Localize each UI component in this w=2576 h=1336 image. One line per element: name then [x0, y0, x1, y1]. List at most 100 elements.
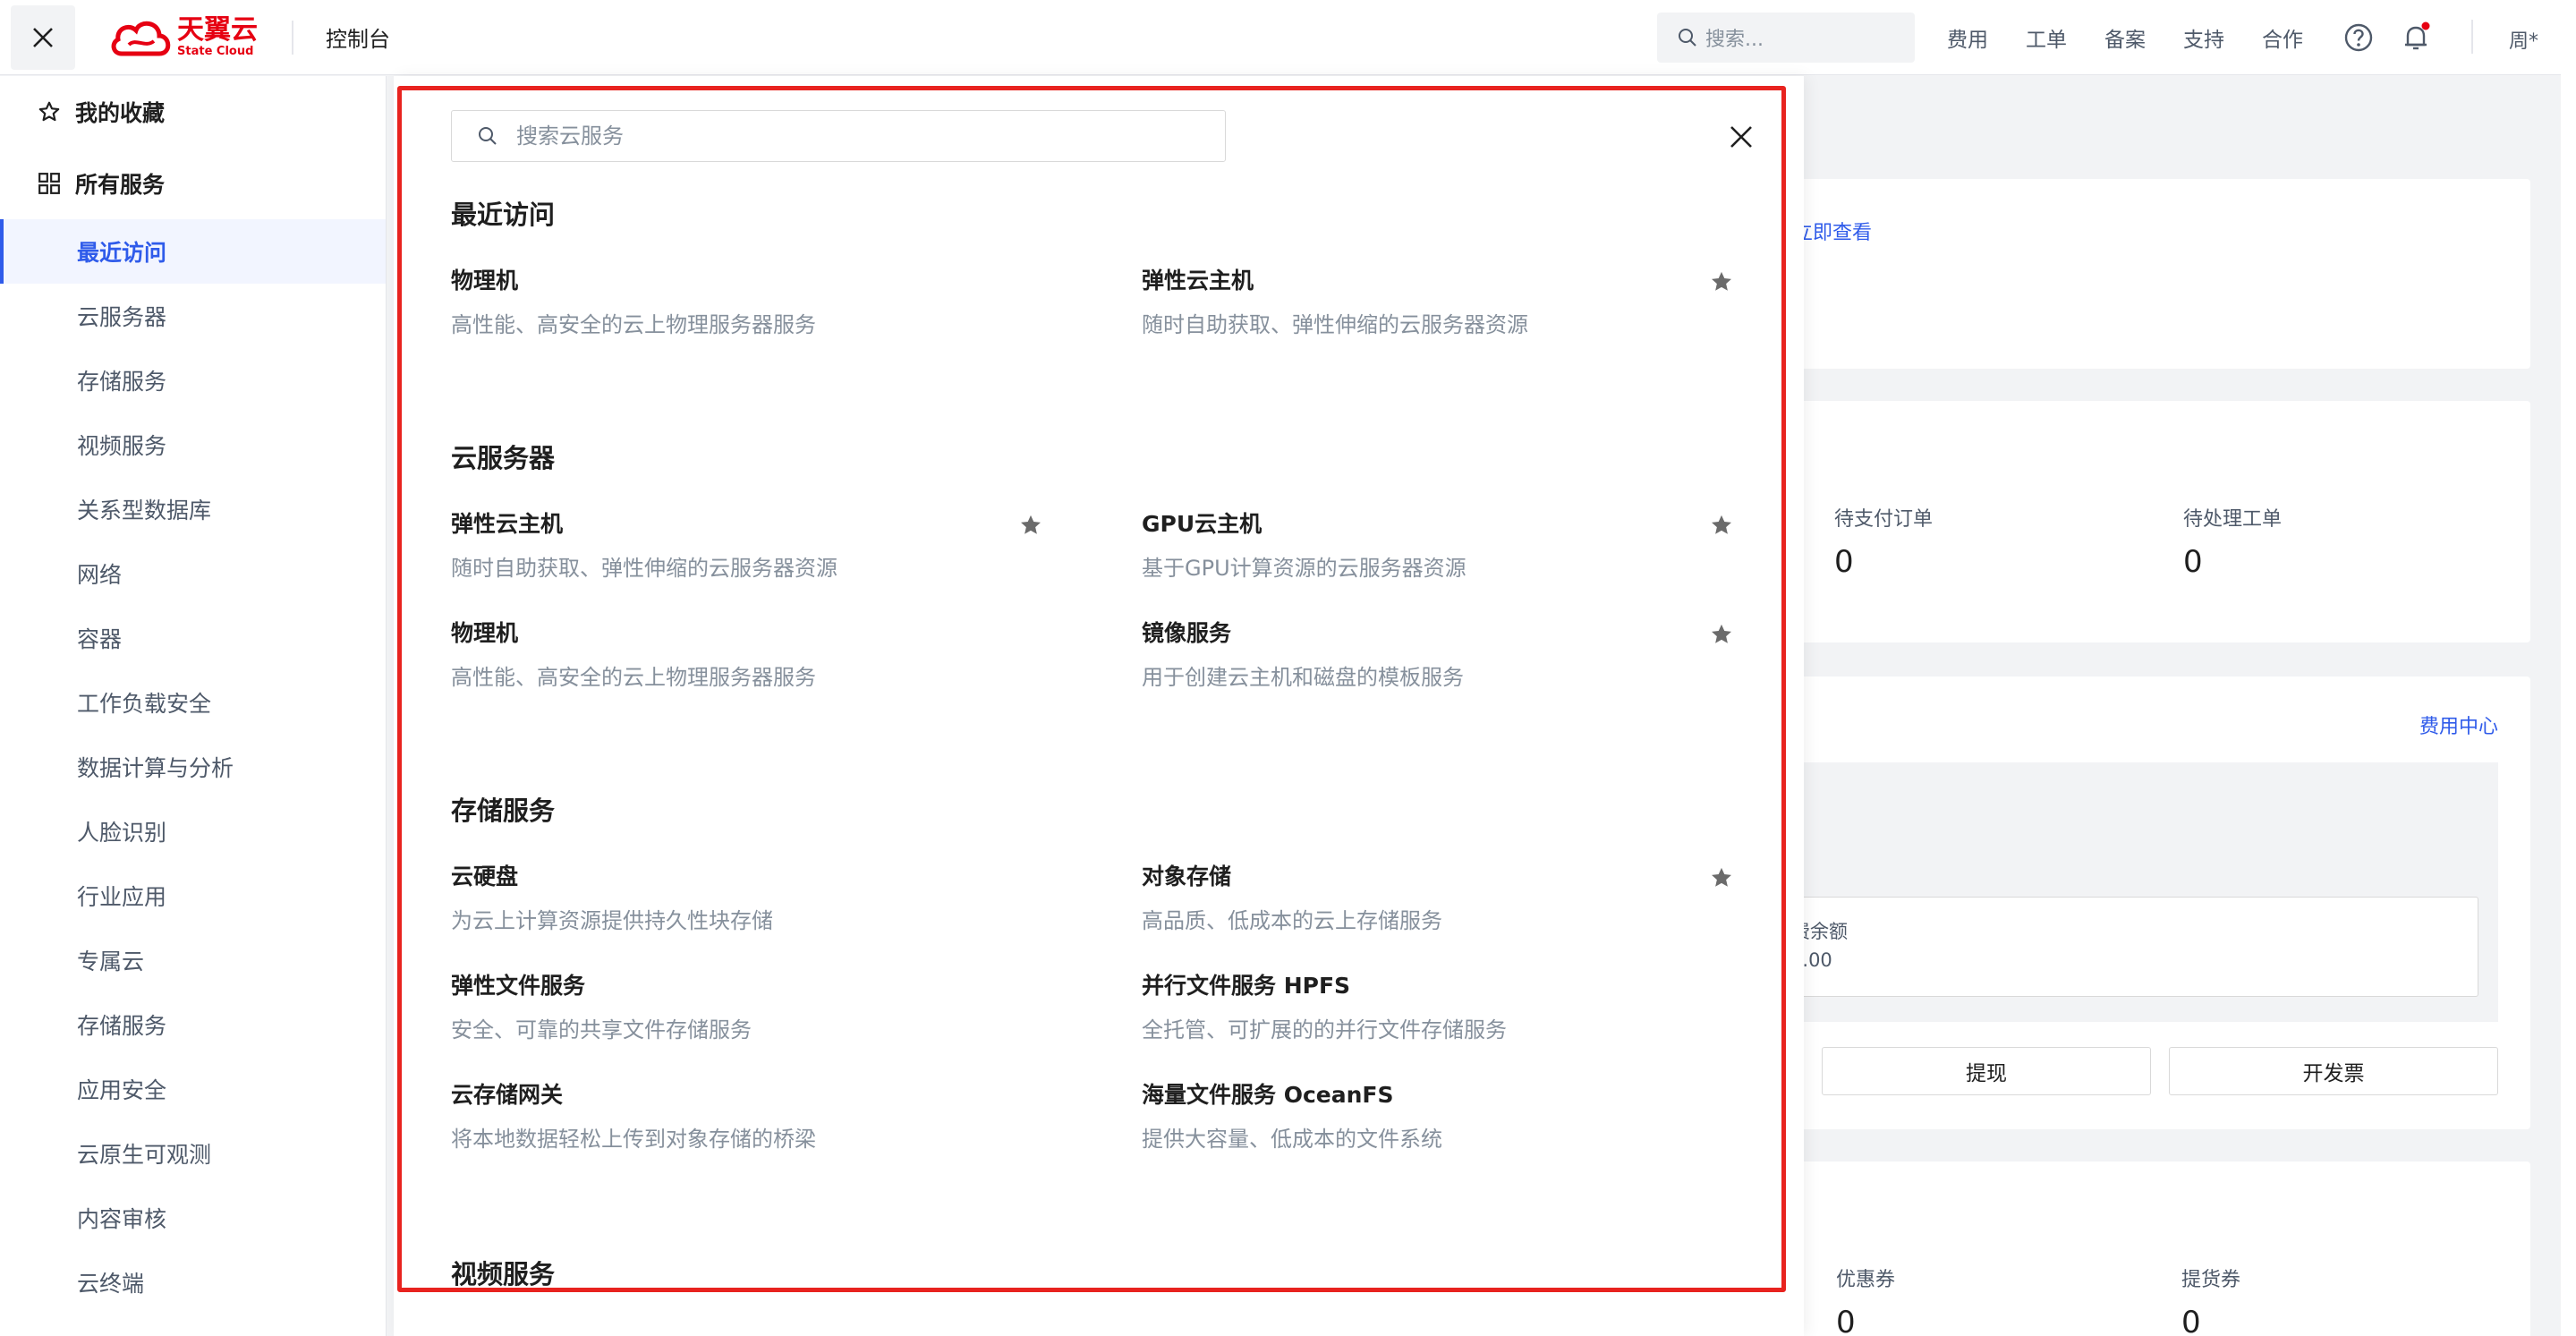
pending-pay-label: 待支付订单	[1834, 508, 1934, 531]
sidebar-item-dedicated-cloud[interactable]: 专属云	[0, 928, 386, 992]
header-divider	[292, 20, 293, 55]
sidebar: 我的收藏 所有服务 最近访问 云服务器 存储服务 视频服务 关系型数据库 网络 …	[0, 76, 387, 1336]
grid-icon	[38, 173, 60, 194]
user-divider	[2471, 20, 2473, 54]
logo[interactable]: 天翼云 State Cloud	[109, 17, 258, 57]
service-desc: 高品质、低成本的云上存储服务	[1142, 908, 1442, 933]
service-desc: 提供大容量、低成本的文件系统	[1142, 1127, 1442, 1152]
search-icon	[479, 127, 497, 145]
invoice-button[interactable]: 开发票	[2169, 1047, 2498, 1095]
withdraw-button[interactable]: 提现	[1822, 1047, 2151, 1095]
header-search-placeholder: 搜索...	[1705, 29, 1764, 51]
sidebar-all-services-label: 所有服务	[75, 172, 166, 198]
service-desc: 高性能、高安全的云上物理服务器服务	[451, 312, 816, 337]
sidebar-item-observability[interactable]: 云原生可观测	[0, 1121, 386, 1186]
logo-text-en: State Cloud	[177, 45, 254, 58]
sidebar-item-video[interactable]: 视频服务	[0, 413, 386, 477]
service-desc: 随时自助获取、弹性伸缩的云服务器资源	[451, 556, 837, 581]
search-icon	[1679, 29, 1696, 47]
service-desc: 为云上计算资源提供持久性块存储	[451, 908, 773, 933]
voucher-count[interactable]: 0	[2181, 1305, 2201, 1336]
service-desc: 全托管、可扩展的的并行文件存储服务	[1142, 1017, 1507, 1042]
notification-bell-icon[interactable]	[2400, 21, 2432, 54]
star-filled-icon[interactable]	[1709, 269, 1734, 294]
nav-tickets[interactable]: 工单	[2026, 22, 2067, 53]
section-title-storage: 存储服务	[451, 796, 556, 826]
user-name[interactable]: 周*	[2509, 25, 2538, 54]
service-search-box[interactable]	[451, 110, 1226, 162]
nav-fees[interactable]: 费用	[1947, 22, 1988, 53]
star-filled-icon[interactable]	[1709, 622, 1734, 647]
sidebar-item-data-compute[interactable]: 数据计算与分析	[0, 735, 386, 799]
header-search-input[interactable]: 搜索...	[1657, 13, 1915, 63]
service-name: GPU云主机	[1142, 511, 1262, 537]
service-name: 弹性云主机	[1142, 268, 1254, 294]
sidebar-item-rdb[interactable]: 关系型数据库	[0, 477, 386, 541]
balance-box: 欠费余额 ¥ 0.00	[1772, 897, 2478, 997]
service-item[interactable]: GPU云主机 基于GPU计算资源的云服务器资源	[1142, 509, 1768, 583]
fee-center-link[interactable]: 费用中心	[2419, 711, 2498, 739]
service-desc: 高性能、高安全的云上物理服务器服务	[451, 665, 816, 690]
sidebar-item-recent[interactable]: 最近访问	[0, 219, 386, 284]
logo-text-cn: 天翼云	[177, 14, 258, 46]
star-filled-icon[interactable]	[1709, 513, 1734, 538]
sidebar-item-cloud-servers[interactable]: 云服务器	[0, 284, 386, 348]
service-item[interactable]: 弹性云主机 随时自助获取、弹性伸缩的云服务器资源	[451, 509, 1077, 583]
service-desc: 将本地数据轻松上传到对象存储的桥梁	[451, 1127, 816, 1152]
nav-filing[interactable]: 备案	[2104, 22, 2146, 53]
service-item[interactable]: 并行文件服务 HPFS 全托管、可扩展的的并行文件存储服务	[1142, 971, 1768, 1044]
sidebar-all-services[interactable]: 所有服务	[0, 148, 386, 219]
service-name: 并行文件服务 HPFS	[1142, 973, 1351, 999]
service-name: 弹性文件服务	[451, 973, 586, 999]
pending-pay-count[interactable]: 0	[1834, 544, 1854, 580]
star-filled-icon[interactable]	[1709, 865, 1734, 890]
service-item[interactable]: 弹性文件服务 安全、可靠的共享文件存储服务	[451, 971, 1077, 1044]
service-name: 云存储网关	[451, 1082, 564, 1108]
service-item[interactable]: 云存储网关 将本地数据轻松上传到对象存储的桥梁	[451, 1080, 1077, 1153]
service-desc: 安全、可靠的共享文件存储服务	[451, 1017, 752, 1042]
sidebar-favorites[interactable]: 我的收藏	[0, 76, 386, 148]
star-outline-icon	[38, 101, 60, 122]
sidebar-item-workload-security[interactable]: 工作负载安全	[0, 670, 386, 735]
sidebar-item-industry[interactable]: 行业应用	[0, 864, 386, 928]
sidebar-item-cloud-terminal[interactable]: 云终端	[0, 1250, 386, 1315]
sidebar-item-storage-2[interactable]: 存储服务	[0, 992, 386, 1057]
console-title[interactable]: 控制台	[326, 21, 390, 53]
service-item[interactable]: 物理机 高性能、高安全的云上物理服务器服务	[451, 618, 1077, 692]
service-name: 弹性云主机	[451, 511, 564, 537]
sidebar-item-container[interactable]: 容器	[0, 606, 386, 670]
service-search-input[interactable]	[516, 123, 1196, 149]
service-item[interactable]: 镜像服务 用于创建云主机和磁盘的模板服务	[1142, 618, 1768, 692]
pending-ticket-label: 待处理工单	[2183, 508, 2283, 531]
sidebar-item-content-moderation[interactable]: 内容审核	[0, 1186, 386, 1250]
page-scrollbar-track	[2561, 0, 2576, 1336]
service-name: 镜像服务	[1142, 620, 1232, 646]
section-title-cloud-servers: 云服务器	[451, 443, 556, 473]
service-item[interactable]: 海量文件服务 OceanFS 提供大容量、低成本的文件系统	[1142, 1080, 1768, 1153]
nav-support[interactable]: 支持	[2183, 22, 2224, 53]
star-filled-icon[interactable]	[1018, 513, 1043, 538]
nav-partner[interactable]: 合作	[2262, 22, 2303, 53]
close-icon	[1730, 126, 1752, 148]
sidebar-item-face-recognition[interactable]: 人脸识别	[0, 799, 386, 864]
service-name: 海量文件服务 OceanFS	[1142, 1082, 1394, 1108]
service-desc: 基于GPU计算资源的云服务器资源	[1142, 556, 1467, 581]
sidebar-item-network[interactable]: 网络	[0, 541, 386, 606]
pending-ticket-count[interactable]: 0	[2183, 544, 2203, 580]
section-title-video: 视频服务	[451, 1259, 556, 1289]
sidebar-favorites-label: 我的收藏	[75, 100, 166, 126]
service-item[interactable]: 弹性云主机 随时自助获取、弹性伸缩的云服务器资源	[1142, 266, 1768, 339]
top-header: 天翼云 State Cloud 控制台 搜索... 费用 工单 备案 支持 合作…	[0, 0, 2576, 75]
close-menu-button[interactable]	[11, 4, 75, 70]
coupon-count[interactable]: 0	[1836, 1305, 1856, 1336]
service-item[interactable]: 物理机 高性能、高安全的云上物理服务器服务	[451, 266, 1077, 339]
sidebar-item-app-security[interactable]: 应用安全	[0, 1057, 386, 1121]
service-item[interactable]: 云硬盘 为云上计算资源提供持久性块存储	[451, 862, 1077, 935]
help-icon[interactable]	[2342, 21, 2375, 54]
service-name: 物理机	[451, 268, 519, 294]
panel-close-button[interactable]	[1723, 119, 1759, 155]
service-item[interactable]: 对象存储 高品质、低成本的云上存储服务	[1142, 862, 1768, 935]
view-now-link[interactable]: 立即查看	[1793, 217, 1872, 245]
service-desc: 用于创建云主机和磁盘的模板服务	[1142, 665, 1464, 690]
sidebar-item-storage[interactable]: 存储服务	[0, 348, 386, 413]
